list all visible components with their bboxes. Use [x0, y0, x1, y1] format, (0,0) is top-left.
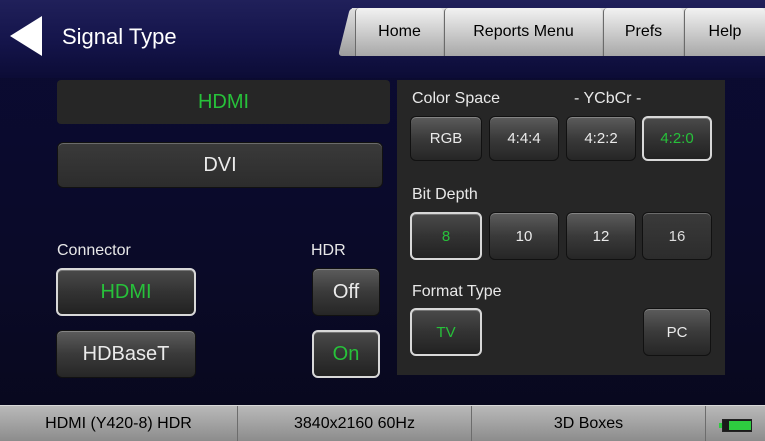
current-signal-display: HDMI [57, 80, 390, 124]
signal-type-screen: Signal Type Home Reports Menu Prefs Help… [0, 0, 765, 441]
bit-depth-10-button[interactable]: 10 [489, 212, 559, 260]
bit-depth-16-button[interactable]: 16 [642, 212, 712, 260]
connector-hdmi-button[interactable]: HDMI [56, 268, 196, 316]
hdr-off-button[interactable]: Off [312, 268, 380, 316]
battery-icon [719, 419, 752, 432]
format-pc-button[interactable]: PC [643, 308, 711, 356]
tab-help[interactable]: Help [684, 8, 765, 56]
connector-label: Connector [57, 242, 131, 259]
color-space-422-button[interactable]: 4:2:2 [566, 116, 636, 161]
header: Signal Type Home Reports Menu Prefs Help [0, 0, 765, 78]
bit-depth-12-button[interactable]: 12 [566, 212, 636, 260]
ycbcr-label: - YCbCr - [574, 90, 642, 107]
tab-prefs[interactable]: Prefs [603, 8, 683, 56]
hdr-on-button[interactable]: On [312, 330, 380, 378]
tab-home[interactable]: Home [355, 8, 443, 56]
tab-reports-menu[interactable]: Reports Menu [444, 8, 602, 56]
format-type-label: Format Type [412, 283, 502, 300]
format-tv-button[interactable]: TV [410, 308, 482, 356]
dvi-button[interactable]: DVI [57, 142, 383, 188]
status-signal-format[interactable]: HDMI (Y420-8) HDR [0, 406, 238, 441]
color-space-label: Color Space [412, 90, 501, 107]
status-3d-boxes[interactable]: 3D Boxes [472, 406, 706, 441]
color-space-444-button[interactable]: 4:4:4 [489, 116, 559, 161]
bit-depth-8-button[interactable]: 8 [410, 212, 482, 260]
back-arrow-icon[interactable] [6, 14, 46, 58]
hdr-label: HDR [311, 242, 346, 259]
connector-hdbaset-button[interactable]: HDBaseT [56, 330, 196, 378]
status-resolution[interactable]: 3840x2160 60Hz [238, 406, 472, 441]
bit-depth-label: Bit Depth [412, 186, 478, 203]
color-space-420-button[interactable]: 4:2:0 [642, 116, 712, 161]
color-space-rgb-button[interactable]: RGB [410, 116, 482, 161]
page-title: Signal Type [62, 24, 177, 49]
status-bar: HDMI (Y420-8) HDR 3840x2160 60Hz 3D Boxe… [0, 405, 765, 441]
